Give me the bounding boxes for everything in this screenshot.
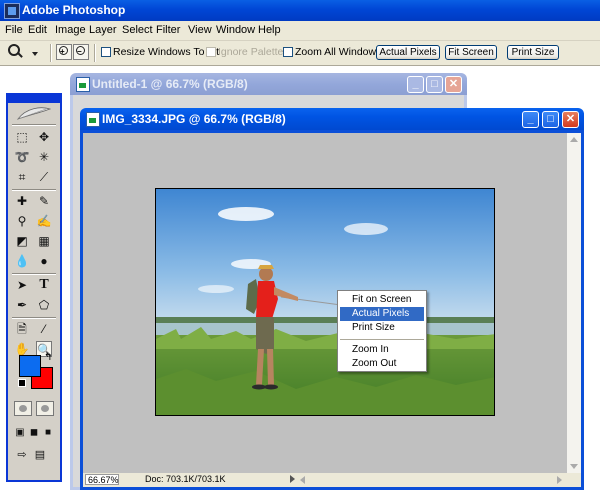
context-item-actual-pixels[interactable]: Actual Pixels xyxy=(340,307,424,321)
swap-colors-icon[interactable]: ↰ xyxy=(44,352,52,363)
notes-tool-icon[interactable]: 🗎 xyxy=(14,321,30,337)
options-separator xyxy=(94,44,96,62)
zoom-in-button[interactable]: + xyxy=(56,44,72,60)
magic-wand-tool-icon[interactable]: ✳ xyxy=(36,149,52,165)
path-selection-tool-icon[interactable]: ➤ xyxy=(14,277,30,293)
toolbox-title-bar[interactable] xyxy=(8,95,60,103)
menu-filter[interactable]: Filter xyxy=(156,24,180,36)
screen-mode-full-icon[interactable]: ■ xyxy=(40,425,56,441)
maximize-icon[interactable]: □ xyxy=(542,111,559,128)
zoom-level-field[interactable]: 66.67% xyxy=(85,474,119,485)
zoom-all-windows-label: Zoom All Windows xyxy=(295,46,382,58)
menu-layer[interactable]: Layer xyxy=(89,24,117,36)
move-tool-icon[interactable]: ✥ xyxy=(36,129,52,145)
document-icon xyxy=(86,112,100,127)
document-size-info: Doc: 703.1K/703.1K xyxy=(145,474,226,484)
ignore-palettes-label: Ignore Palettes xyxy=(218,46,289,58)
toolbox-separator xyxy=(12,124,56,126)
context-item-zoom-out[interactable]: Zoom Out xyxy=(340,357,424,371)
clone-stamp-tool-icon[interactable]: ⚲ xyxy=(14,213,30,229)
zoom-out-button[interactable]: − xyxy=(73,44,89,60)
app-title-bar: Adobe Photoshop xyxy=(0,0,600,21)
minimize-icon[interactable]: _ xyxy=(522,111,539,128)
fit-screen-button[interactable]: Fit Screen xyxy=(445,45,497,60)
zoom-context-menu: Fit on Screen Actual Pixels Print Size Z… xyxy=(337,290,427,372)
close-icon[interactable]: ✕ xyxy=(562,111,579,128)
menu-image[interactable]: Image xyxy=(55,24,86,36)
eraser-tool-icon[interactable]: ◩ xyxy=(14,233,30,249)
actual-pixels-button[interactable]: Actual Pixels xyxy=(376,45,440,60)
marquee-tool-icon[interactable]: ⬚ xyxy=(14,129,30,145)
close-icon[interactable]: ✕ xyxy=(445,76,462,93)
scroll-right-icon[interactable] xyxy=(553,474,565,486)
context-item-fit-on-screen[interactable]: Fit on Screen xyxy=(340,293,424,307)
history-brush-tool-icon[interactable]: ✍ xyxy=(36,213,52,229)
context-menu-separator xyxy=(340,339,424,340)
resize-windows-checkbox[interactable] xyxy=(101,47,111,57)
menu-window[interactable]: Window xyxy=(216,24,255,36)
type-tool-icon[interactable]: T xyxy=(36,277,52,293)
toolbox-separator xyxy=(12,317,56,319)
ignore-palettes-checkbox xyxy=(206,47,216,57)
photo-canvas[interactable] xyxy=(155,188,495,416)
options-separator xyxy=(50,44,52,62)
jump-to-imageready-icon[interactable]: ⇨ xyxy=(14,447,30,463)
document-icon xyxy=(76,77,90,92)
foreground-color-swatch[interactable] xyxy=(19,355,41,377)
zoom-all-windows-checkbox[interactable] xyxy=(283,47,293,57)
minimize-icon[interactable]: _ xyxy=(407,76,424,93)
menu-bar: File Edit Image Layer Select Filter View… xyxy=(0,21,600,41)
slice-tool-icon[interactable]: ⟋ xyxy=(36,169,52,185)
image-window-title-bar[interactable]: IMG_3334.JPG @ 66.7% (RGB/8) _ □ ✕ xyxy=(80,108,584,130)
lasso-tool-icon[interactable]: ➰ xyxy=(14,149,30,165)
feather-icon[interactable] xyxy=(16,106,52,121)
maximize-icon[interactable]: □ xyxy=(426,76,443,93)
menu-edit[interactable]: Edit xyxy=(28,24,47,36)
scroll-left-icon[interactable] xyxy=(297,474,309,486)
quick-mask-mode-button[interactable] xyxy=(36,401,54,416)
photoshop-logo-icon xyxy=(4,3,20,19)
scroll-up-icon[interactable] xyxy=(567,133,581,147)
options-bar: + − Resize Windows To Fit Ignore Palette… xyxy=(0,41,600,66)
untitled-window-title: Untitled-1 @ 66.7% (RGB/8) xyxy=(92,77,248,91)
pen-tool-icon[interactable]: ✒ xyxy=(14,297,30,313)
menu-view[interactable]: View xyxy=(188,24,212,36)
document-status-bar: 66.67% Doc: 703.1K/703.1K xyxy=(83,473,581,487)
status-menu-arrow-icon[interactable] xyxy=(290,475,295,483)
print-size-button[interactable]: Print Size xyxy=(507,45,559,60)
brush-tool-icon[interactable]: ✎ xyxy=(36,193,52,209)
toolbox-palette: ⬚ ✥ ➰ ✳ ⌗ ⟋ ✚ ✎ ⚲ ✍ ◩ ▦ 💧 ● ➤ T ✒ ⬠ 🗎 ⁄ … xyxy=(6,93,62,482)
menu-file[interactable]: File xyxy=(5,24,23,36)
menu-select[interactable]: Select xyxy=(122,24,153,36)
zoom-tool-icon[interactable] xyxy=(8,44,22,58)
context-item-print-size[interactable]: Print Size xyxy=(340,321,424,335)
app-title: Adobe Photoshop xyxy=(22,3,126,17)
tool-preset-dropdown-icon[interactable] xyxy=(32,52,38,56)
imageready-icon[interactable]: ▤ xyxy=(32,447,48,463)
image-window-title: IMG_3334.JPG @ 66.7% (RGB/8) xyxy=(102,112,286,126)
toolbox-separator xyxy=(12,273,56,275)
resize-windows-label: Resize Windows To Fit xyxy=(113,46,220,58)
gradient-tool-icon[interactable]: ▦ xyxy=(36,233,52,249)
crop-tool-icon[interactable]: ⌗ xyxy=(14,169,30,185)
dodge-tool-icon[interactable]: ● xyxy=(36,253,52,269)
untitled-window-title-bar[interactable]: Untitled-1 @ 66.7% (RGB/8) _ □ ✕ xyxy=(70,73,467,95)
blur-tool-icon[interactable]: 💧 xyxy=(14,253,30,269)
eyedropper-tool-icon[interactable]: ⁄ xyxy=(36,321,52,337)
scroll-down-icon[interactable] xyxy=(567,459,581,473)
standard-mode-button[interactable] xyxy=(14,401,32,416)
default-colors-icon[interactable] xyxy=(18,379,26,387)
toolbox-separator xyxy=(12,189,56,191)
shape-tool-icon[interactable]: ⬠ xyxy=(36,297,52,313)
healing-brush-tool-icon[interactable]: ✚ xyxy=(14,193,30,209)
fisherman-photo xyxy=(156,189,494,415)
context-item-zoom-in[interactable]: Zoom In xyxy=(340,343,424,357)
menu-help[interactable]: Help xyxy=(258,24,281,36)
vertical-scrollbar[interactable] xyxy=(567,133,581,473)
